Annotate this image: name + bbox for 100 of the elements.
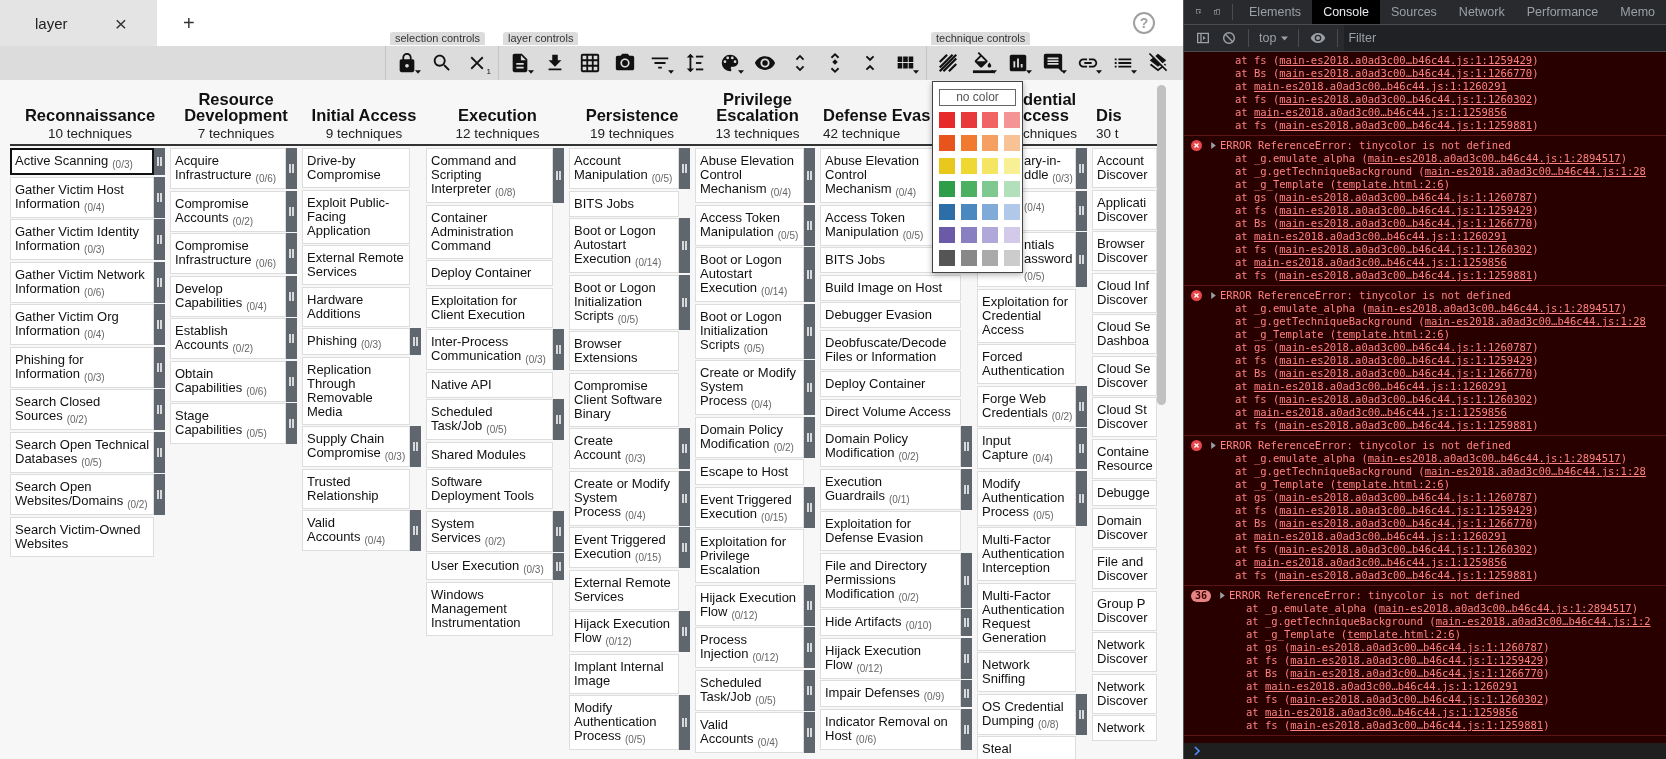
source-link[interactable]: main-es2018.a0ad3c00…b46c44.js:1:1260302: [1279, 243, 1533, 255]
technique-cell[interactable]: Phishing for Information $_{(0/3)}$: [10, 346, 154, 388]
technique-cell[interactable]: Direct Volume Access: [820, 398, 961, 425]
color-swatch[interactable]: [1003, 227, 1020, 243]
source-link[interactable]: main-es2018.a0ad3c00…b46c44.js:1:1260302: [1290, 693, 1544, 705]
color-swatch[interactable]: [982, 112, 998, 128]
subtechnique-toggle[interactable]: [961, 468, 972, 510]
technique-cell[interactable]: Native API: [426, 371, 553, 398]
source-link[interactable]: main-es2018.a0ad3c00…b46c44.js:1:1259856: [1264, 706, 1518, 718]
technique-cell[interactable]: Network Discover: [1092, 632, 1157, 672]
source-link[interactable]: main-es2018.a0ad3c00…b46c44.js:1:1260787: [1290, 641, 1544, 653]
source-link[interactable]: main-es2018.a0ad3c00…b46c44.js:1:1259881: [1279, 119, 1533, 131]
technique-cell[interactable]: Search Closed Sources $_{(0/2)}$: [10, 389, 154, 430]
subtechnique-toggle[interactable]: [804, 584, 815, 626]
layer-tab[interactable]: layer ×: [0, 0, 157, 46]
technique-cell[interactable]: Domain Policy Modification $_{(0/2)}$: [820, 426, 961, 467]
source-link[interactable]: main-es2018.a0ad3c00…b46c44.js:1:1266770: [1279, 367, 1533, 379]
technique-cell[interactable]: Network Discover: [1092, 673, 1157, 714]
subtechnique-toggle[interactable]: [961, 426, 972, 467]
devtools-tab[interactable]: Sources: [1380, 0, 1448, 24]
technique-cell[interactable]: Drive-by Compromise: [302, 148, 410, 188]
source-link[interactable]: main-es2018.a0ad3c00…b46c44.js:1:28: [1424, 465, 1646, 477]
technique-cell[interactable]: User Execution $_{(0/3)}$: [426, 553, 553, 580]
subtechnique-toggle[interactable]: [679, 428, 690, 469]
source-link[interactable]: main-es2018.a0ad3c00…b46c44.js:1:1259429: [1279, 204, 1533, 216]
technique-cell[interactable]: Exploitation for Credential Access: [977, 288, 1076, 343]
source-link[interactable]: main-es2018.a0ad3c00…b46c44.js:1:2894517: [1367, 452, 1621, 464]
subtechnique-toggle[interactable]: [679, 470, 690, 526]
subtechnique-toggle[interactable]: [286, 318, 297, 359]
subtechnique-toggle[interactable]: [553, 399, 564, 440]
subtechnique-toggle[interactable]: [154, 219, 165, 260]
technique-cell[interactable]: Valid Accounts $_{(0/4)}$: [695, 712, 804, 753]
technique-cell[interactable]: Boot or Logon Initialization Scripts $_{(0/5)}$: [695, 303, 804, 359]
technique-cell[interactable]: Exploitation for Client Execution: [426, 287, 553, 328]
subtechnique-toggle[interactable]: [286, 190, 297, 232]
devtools-tab[interactable]: Performance: [1515, 0, 1610, 24]
technique-cell[interactable]: Create or Modify System Process $_{(0/4)}$: [695, 360, 804, 415]
technique-cell[interactable]: Exploitation for Defense Evasion: [820, 511, 961, 551]
subtechnique-toggle[interactable]: [154, 304, 165, 345]
technique-cell[interactable]: Browser Discover: [1092, 231, 1157, 271]
technique-cell[interactable]: Impair Defenses $_{(0/9)}$: [820, 680, 961, 707]
source-link[interactable]: main-es2018.a0ad3c00…b46c44.js:1:1259429: [1290, 654, 1544, 666]
subtechnique-toggle[interactable]: [961, 680, 972, 707]
color-swatch[interactable]: [982, 250, 998, 266]
color-swatch[interactable]: [939, 112, 955, 128]
technique-cell[interactable]: Scheduled Task/Job $_{(0/5)}$: [695, 669, 804, 711]
color-swatch[interactable]: [939, 158, 955, 174]
deselect-button[interactable]: 1: [460, 48, 494, 78]
subtechnique-toggle[interactable]: [410, 510, 421, 551]
subtechnique-toggle[interactable]: [286, 275, 297, 317]
scrollbar[interactable]: [1157, 85, 1166, 405]
technique-cell[interactable]: Abuse Elevation Control Mechanism $_{(0/4)}$: [695, 148, 804, 203]
technique-cell[interactable]: Account Manipulation $_{(0/5)}$: [569, 148, 679, 189]
color-swatch[interactable]: [960, 135, 977, 151]
source-link[interactable]: template.html:2:6: [1336, 328, 1444, 340]
technique-cell[interactable]: Multi-Factor Authentication Request Generation: [977, 582, 1076, 651]
technique-cell[interactable]: Implant Internal Image: [569, 653, 679, 694]
technique-cell[interactable]: Trusted Relationship: [302, 468, 410, 509]
technique-cell[interactable]: Develop Capabilities $_{(0/4)}$: [170, 275, 286, 317]
source-link[interactable]: main-es2018.a0ad3c00…b46c44.js:1:1259881: [1279, 269, 1533, 281]
subtechnique-toggle[interactable]: [286, 403, 297, 444]
technique-cell[interactable]: Stage Capabilities $_{(0/5)}$: [170, 403, 286, 444]
subtechnique-toggle[interactable]: [679, 695, 690, 750]
technique-cell[interactable]: Windows Management Instrumentation: [426, 581, 553, 636]
color-swatch[interactable]: [1003, 204, 1020, 220]
subtechnique-toggle[interactable]: [961, 609, 972, 636]
color-swatch[interactable]: [960, 181, 977, 197]
subtechnique-toggle[interactable]: [679, 527, 690, 568]
technique-cell[interactable]: Obtain Capabilities $_{(0/6)}$: [170, 360, 286, 402]
source-link[interactable]: main-es2018.a0ad3c00…b46c44.js:1:2894517: [1367, 302, 1621, 314]
technique-cell[interactable]: Domain Discover: [1092, 507, 1157, 548]
subtechnique-toggle[interactable]: [961, 637, 972, 679]
technique-cell[interactable]: File and Discover: [1092, 549, 1157, 589]
technique-cell[interactable]: Hijack Execution Flow $_{(0/12)}$: [820, 637, 961, 679]
source-link[interactable]: main-es2018.a0ad3c00…b46c44.js:1:1266770: [1279, 217, 1533, 229]
subtechnique-toggle[interactable]: [1076, 693, 1087, 735]
color-swatch[interactable]: [960, 112, 977, 128]
technique-cell[interactable]: Forced Authentication: [977, 344, 1076, 384]
source-link[interactable]: main-es2018.a0ad3c00…b46c44.js:1:1260291: [1264, 680, 1518, 692]
source-link[interactable]: main-es2018.a0ad3c00…b46c44.js:1:1259856: [1253, 406, 1507, 418]
technique-cell[interactable]: Deploy Container: [426, 260, 553, 286]
technique-cell[interactable]: Hijack Execution Flow $_{(0/12)}$: [569, 611, 679, 652]
technique-cell[interactable]: Event Triggered Execution $_{(0/15)}$: [569, 527, 679, 568]
context-dropdown[interactable]: top: [1255, 25, 1293, 51]
subtechnique-toggle[interactable]: [679, 218, 690, 273]
technique-cell[interactable]: Access Token Manipulation $_{(0/5)}$: [695, 204, 804, 246]
technique-cell[interactable]: Search Open Websites/Domains $_{(0/2)}$: [10, 474, 154, 515]
technique-cell[interactable]: Build Image on Host: [820, 274, 961, 301]
subtechnique-toggle[interactable]: [286, 360, 297, 402]
technique-cell[interactable]: Cloud St Discover: [1092, 397, 1157, 437]
technique-cell[interactable]: Command and Scripting Interpreter $_{(0/8)}$: [426, 148, 553, 203]
subtechnique-toggle[interactable]: [804, 247, 815, 302]
subtechnique-toggle[interactable]: [553, 329, 564, 370]
source-link[interactable]: main-es2018.a0ad3c00…b46c44.js:1:1259429: [1279, 54, 1533, 66]
technique-cell[interactable]: Network Sniffing: [977, 652, 1076, 692]
subtechnique-toggle[interactable]: [1076, 385, 1087, 427]
color-swatch[interactable]: [939, 227, 955, 243]
source-link[interactable]: main-es2018.a0ad3c00…b46c44.js:1:1259856: [1253, 256, 1507, 268]
subtechnique-toggle[interactable]: [553, 148, 564, 203]
color-swatch[interactable]: [939, 135, 955, 151]
